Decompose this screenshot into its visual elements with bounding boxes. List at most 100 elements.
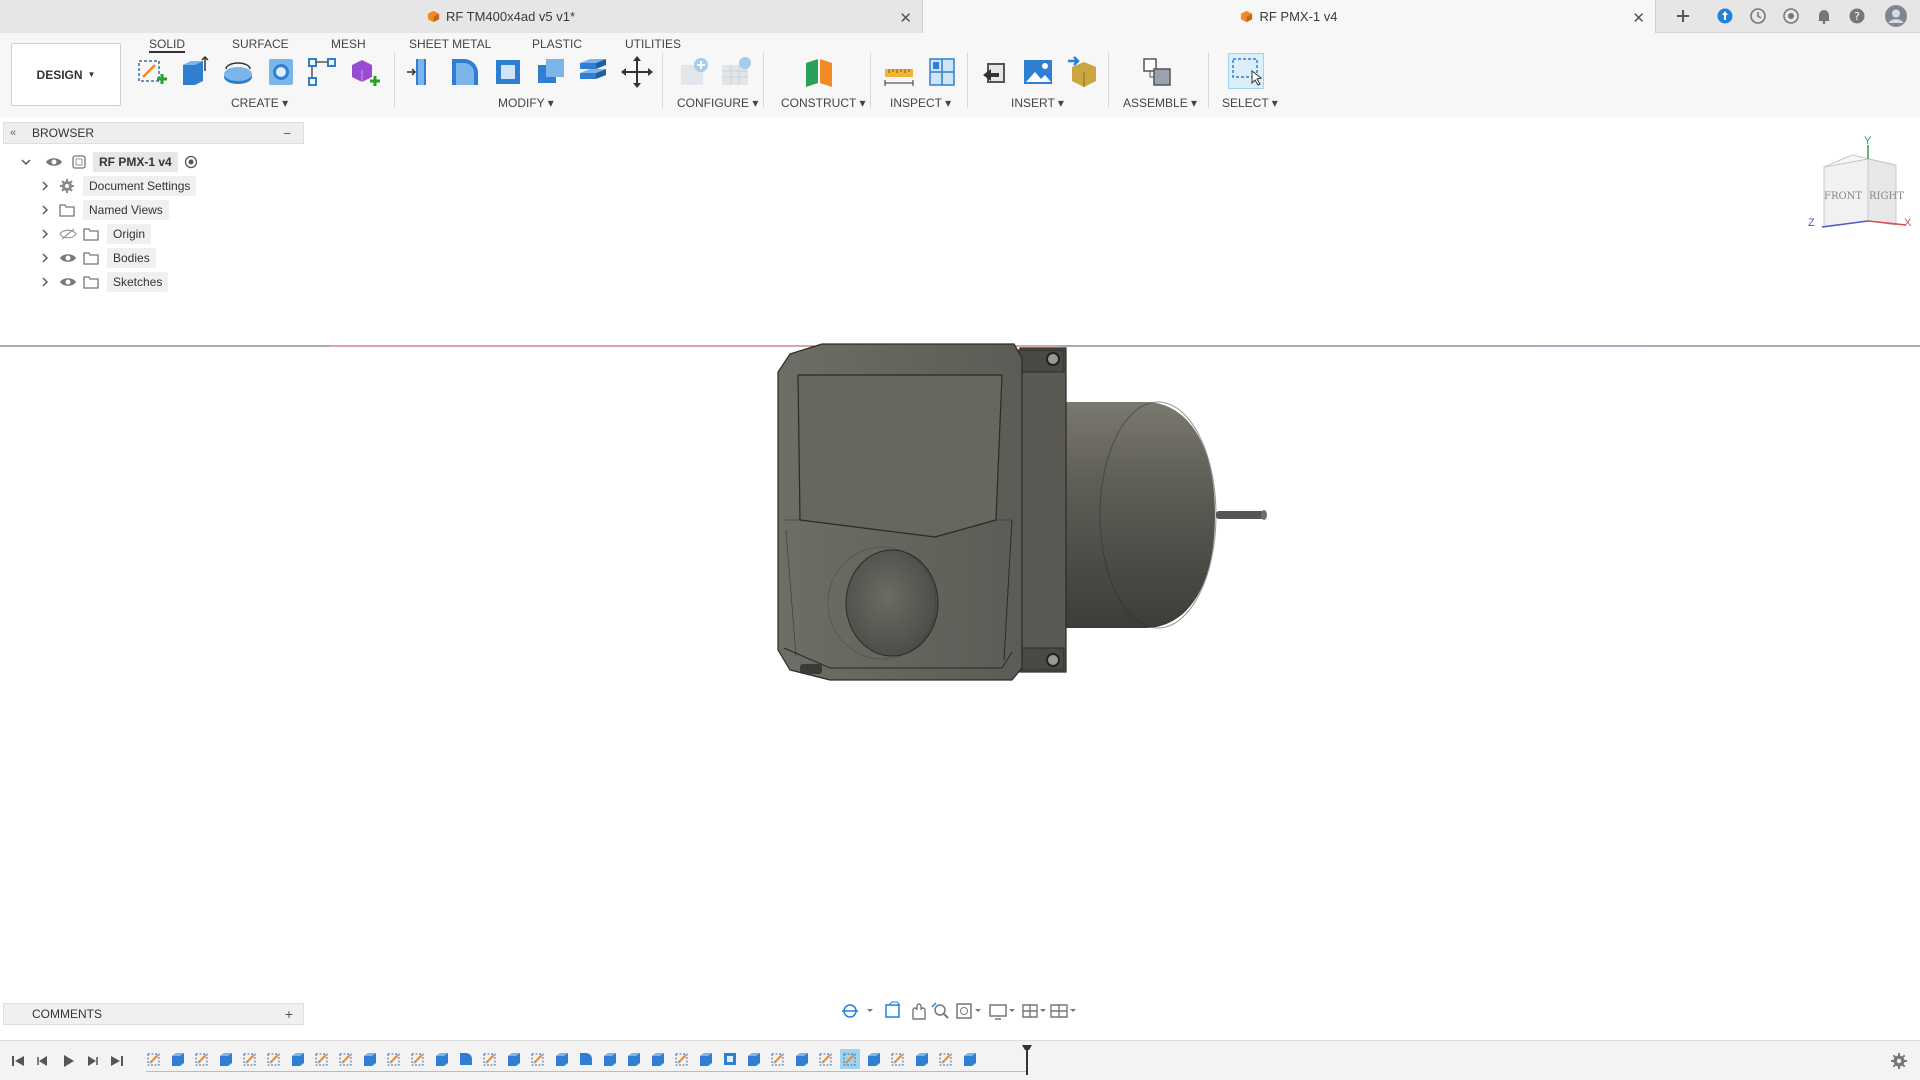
workspace-switcher-button[interactable]: DESIGN ▼ [11, 43, 121, 106]
timeline-sketch-icon[interactable] [482, 1051, 498, 1067]
timeline-extrude-icon[interactable] [698, 1051, 714, 1067]
timeline-sketch-icon[interactable] [410, 1051, 426, 1067]
timeline-extrude-icon[interactable] [218, 1051, 234, 1067]
tab-rf-tm400[interactable]: RF TM400x4ad v5 v1* ✕ [0, 0, 922, 33]
view-cube[interactable]: FRONT RIGHT Y Z X [1800, 135, 1920, 247]
timeline-extrude-icon[interactable] [746, 1051, 762, 1067]
timeline-extrude-icon[interactable] [866, 1051, 882, 1067]
pattern-icon[interactable] [305, 55, 339, 89]
timeline-extrude-icon[interactable] [650, 1051, 666, 1067]
canvas-viewport[interactable]: FRONT RIGHT Y Z X [0, 117, 1920, 1017]
create-sketch-icon[interactable] [135, 55, 169, 89]
viewcube-right-face[interactable]: RIGHT [1869, 191, 1904, 202]
timeline-extrude-icon[interactable] [554, 1051, 570, 1067]
tree-item-document-settings[interactable]: Document Settings [40, 175, 197, 197]
chevron-right-icon[interactable] [40, 277, 50, 287]
combine-icon[interactable] [534, 55, 568, 89]
split-body-icon[interactable] [576, 55, 610, 89]
step-back-icon[interactable] [33, 1051, 53, 1071]
timeline-sketch-icon[interactable] [338, 1051, 354, 1067]
go-to-start-icon[interactable] [8, 1051, 28, 1071]
move-copy-icon[interactable] [620, 55, 654, 89]
timeline-sketch-icon[interactable] [938, 1051, 954, 1067]
timeline-extrude-icon[interactable] [362, 1051, 378, 1067]
chevron-right-icon[interactable] [40, 205, 50, 215]
tab-plastic[interactable]: PLASTIC [532, 35, 582, 53]
tab-utilities[interactable]: UTILITIES [625, 35, 681, 53]
collapse-panel-icon[interactable]: « [10, 127, 16, 139]
shell-icon[interactable] [491, 55, 525, 89]
inspect-menu[interactable]: INSPECT ▾ [890, 96, 951, 110]
timeline-extrude-icon[interactable] [914, 1051, 930, 1067]
hole-icon[interactable] [264, 55, 298, 89]
chevron-right-icon[interactable] [40, 253, 50, 263]
modify-menu[interactable]: MODIFY ▾ [498, 96, 554, 110]
tab-surface[interactable]: SURFACE [232, 35, 289, 53]
select-window-icon[interactable] [1228, 53, 1264, 89]
timeline-fillet-icon[interactable] [578, 1051, 594, 1067]
timeline-sketch-icon[interactable] [770, 1051, 786, 1067]
insert-derive-icon[interactable] [979, 55, 1013, 89]
close-tab-icon[interactable]: ✕ [1632, 9, 1645, 27]
timeline-shell-icon[interactable] [722, 1051, 738, 1067]
timeline-sketch-icon[interactable] [242, 1051, 258, 1067]
timeline-sketch-icon[interactable] [818, 1051, 834, 1067]
help-icon[interactable]: ? [1848, 7, 1866, 25]
eye-icon[interactable] [59, 275, 77, 289]
notifications-bell-icon[interactable] [1815, 7, 1833, 25]
fillet-icon[interactable] [448, 55, 482, 89]
new-component-icon[interactable] [1140, 55, 1174, 89]
eye-icon[interactable] [59, 251, 77, 265]
extrude-icon[interactable] [177, 55, 211, 89]
tab-rf-pmx[interactable]: RF PMX-1 v4 ✕ [922, 0, 1656, 33]
timeline-sketch-icon[interactable] [386, 1051, 402, 1067]
create-form-icon[interactable] [348, 55, 382, 89]
timeline-extrude-icon[interactable] [626, 1051, 642, 1067]
new-tab-icon[interactable] [1674, 7, 1692, 25]
timeline-sketch-icon[interactable] [146, 1051, 162, 1067]
chevron-right-icon[interactable] [40, 181, 50, 191]
revolve-icon[interactable] [221, 55, 255, 89]
user-avatar[interactable] [1885, 5, 1907, 27]
tree-item-bodies[interactable]: Bodies [40, 247, 156, 269]
section-analysis-icon[interactable] [925, 55, 959, 89]
tree-root[interactable]: RF PMX-1 v4 [21, 151, 198, 173]
tab-sheet-metal[interactable]: SHEET METAL [409, 35, 491, 53]
activate-radio-icon[interactable] [184, 155, 198, 169]
tab-solid[interactable]: SOLID [149, 35, 186, 53]
tree-item-named-views[interactable]: Named Views [40, 199, 169, 221]
timeline-extrude-icon[interactable] [962, 1051, 978, 1067]
timeline-extrude-icon[interactable] [434, 1051, 450, 1067]
job-status-icon[interactable] [1749, 7, 1767, 25]
insert-menu[interactable]: INSERT ▾ [1011, 96, 1064, 110]
insert-canvas-icon[interactable] [1021, 55, 1055, 89]
timeline-extrude-icon[interactable] [794, 1051, 810, 1067]
configure-menu[interactable]: CONFIGURE ▾ [677, 96, 758, 110]
timeline-sketch-icon[interactable] [194, 1051, 210, 1067]
construct-menu[interactable]: CONSTRUCT ▾ [781, 96, 865, 110]
go-to-end-icon[interactable] [107, 1051, 127, 1071]
timeline-marker[interactable] [1022, 1045, 1032, 1075]
model-canvas[interactable] [0, 117, 1920, 1017]
chevron-down-icon[interactable] [21, 157, 31, 167]
press-pull-icon[interactable] [404, 55, 438, 89]
measure-icon[interactable] [882, 55, 916, 89]
timeline-settings-gear-icon[interactable] [1890, 1052, 1908, 1070]
learning-icon[interactable] [1782, 7, 1800, 25]
timeline-sketch-icon[interactable] [674, 1051, 690, 1067]
timeline-extrude-icon[interactable] [602, 1051, 618, 1067]
timeline-sketch-icon[interactable] [266, 1051, 282, 1067]
comments-panel[interactable]: COMMENTS + [3, 1003, 304, 1025]
timeline-sketch-icon[interactable] [840, 1049, 860, 1069]
hidden-eye-icon[interactable] [59, 227, 77, 241]
eye-icon[interactable] [45, 155, 63, 169]
timeline-extrude-icon[interactable] [170, 1051, 186, 1067]
configure-rules-icon[interactable] [719, 55, 753, 89]
timeline-sketch-icon[interactable] [314, 1051, 330, 1067]
extensions-icon[interactable] [1716, 7, 1734, 25]
minimize-panel-icon[interactable]: − [283, 126, 291, 141]
step-forward-icon[interactable] [82, 1051, 102, 1071]
timeline-extrude-icon[interactable] [290, 1051, 306, 1067]
timeline-extrude-icon[interactable] [506, 1051, 522, 1067]
assemble-menu[interactable]: ASSEMBLE ▾ [1123, 96, 1197, 110]
